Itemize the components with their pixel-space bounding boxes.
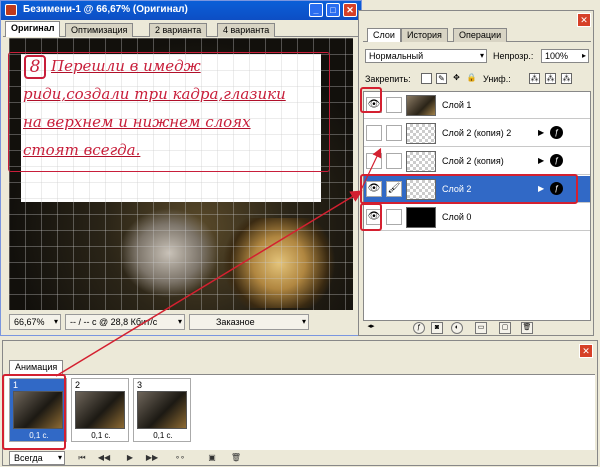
annotation-arrows	[55, 147, 382, 377]
arrow-line	[55, 190, 363, 377]
arrow-line	[359, 147, 382, 193]
